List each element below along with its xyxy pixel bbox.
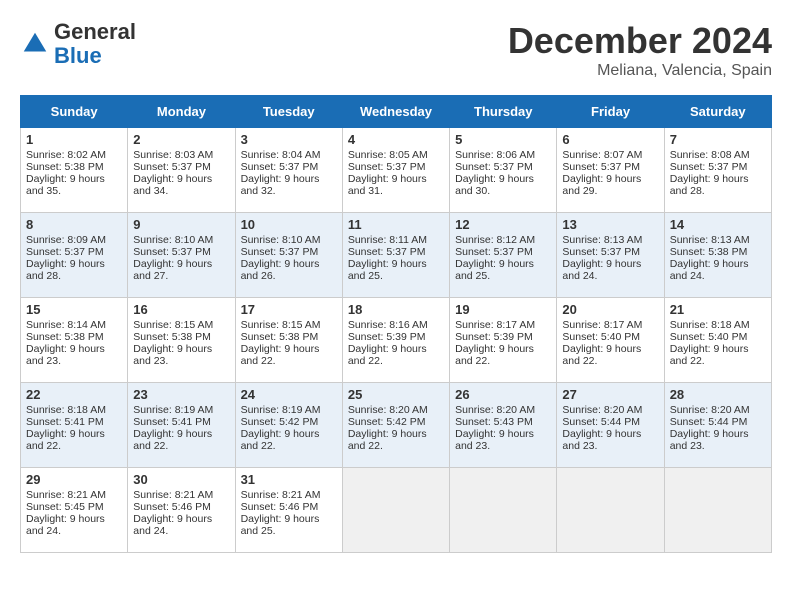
- calendar-day-7: 7Sunrise: 8:08 AMSunset: 5:37 PMDaylight…: [664, 128, 771, 213]
- calendar-day-6: 6Sunrise: 8:07 AMSunset: 5:37 PMDaylight…: [557, 128, 664, 213]
- calendar-day-18: 18Sunrise: 8:16 AMSunset: 5:39 PMDayligh…: [342, 298, 449, 383]
- day-number: 28: [670, 387, 766, 402]
- day-number: 5: [455, 132, 551, 147]
- day-number: 15: [26, 302, 122, 317]
- calendar-week-2: 8Sunrise: 8:09 AMSunset: 5:37 PMDaylight…: [21, 213, 772, 298]
- day-number: 8: [26, 217, 122, 232]
- day-number: 11: [348, 217, 444, 232]
- day-number: 16: [133, 302, 229, 317]
- calendar-day-23: 23Sunrise: 8:19 AMSunset: 5:41 PMDayligh…: [128, 383, 235, 468]
- logo: General Blue: [20, 20, 136, 68]
- day-number: 10: [241, 217, 337, 232]
- calendar-day-20: 20Sunrise: 8:17 AMSunset: 5:40 PMDayligh…: [557, 298, 664, 383]
- location: Meliana, Valencia, Spain: [508, 62, 772, 80]
- empty-cell: [557, 468, 664, 553]
- header-wednesday: Wednesday: [342, 96, 449, 128]
- calendar-day-22: 22Sunrise: 8:18 AMSunset: 5:41 PMDayligh…: [21, 383, 128, 468]
- calendar-day-5: 5Sunrise: 8:06 AMSunset: 5:37 PMDaylight…: [450, 128, 557, 213]
- weekday-header-row: Sunday Monday Tuesday Wednesday Thursday…: [21, 96, 772, 128]
- calendar-day-3: 3Sunrise: 8:04 AMSunset: 5:37 PMDaylight…: [235, 128, 342, 213]
- day-number: 26: [455, 387, 551, 402]
- calendar-day-4: 4Sunrise: 8:05 AMSunset: 5:37 PMDaylight…: [342, 128, 449, 213]
- month-title: December 2024: [508, 20, 772, 62]
- calendar-day-31: 31Sunrise: 8:21 AMSunset: 5:46 PMDayligh…: [235, 468, 342, 553]
- calendar-day-28: 28Sunrise: 8:20 AMSunset: 5:44 PMDayligh…: [664, 383, 771, 468]
- day-number: 2: [133, 132, 229, 147]
- day-number: 27: [562, 387, 658, 402]
- logo-line1: General: [54, 19, 136, 44]
- day-number: 3: [241, 132, 337, 147]
- calendar-day-9: 9Sunrise: 8:10 AMSunset: 5:37 PMDaylight…: [128, 213, 235, 298]
- day-number: 17: [241, 302, 337, 317]
- empty-cell: [664, 468, 771, 553]
- day-number: 23: [133, 387, 229, 402]
- calendar-day-29: 29Sunrise: 8:21 AMSunset: 5:45 PMDayligh…: [21, 468, 128, 553]
- calendar-day-17: 17Sunrise: 8:15 AMSunset: 5:38 PMDayligh…: [235, 298, 342, 383]
- day-number: 31: [241, 472, 337, 487]
- day-number: 21: [670, 302, 766, 317]
- logo-icon: [20, 29, 50, 59]
- day-number: 14: [670, 217, 766, 232]
- header-friday: Friday: [557, 96, 664, 128]
- calendar-day-2: 2Sunrise: 8:03 AMSunset: 5:37 PMDaylight…: [128, 128, 235, 213]
- calendar-week-5: 29Sunrise: 8:21 AMSunset: 5:45 PMDayligh…: [21, 468, 772, 553]
- calendar-table: Sunday Monday Tuesday Wednesday Thursday…: [20, 95, 772, 553]
- calendar-day-26: 26Sunrise: 8:20 AMSunset: 5:43 PMDayligh…: [450, 383, 557, 468]
- header-saturday: Saturday: [664, 96, 771, 128]
- day-number: 20: [562, 302, 658, 317]
- calendar-day-14: 14Sunrise: 8:13 AMSunset: 5:38 PMDayligh…: [664, 213, 771, 298]
- empty-cell: [342, 468, 449, 553]
- logo-text: General Blue: [54, 20, 136, 68]
- day-number: 1: [26, 132, 122, 147]
- day-number: 6: [562, 132, 658, 147]
- day-number: 29: [26, 472, 122, 487]
- calendar-day-24: 24Sunrise: 8:19 AMSunset: 5:42 PMDayligh…: [235, 383, 342, 468]
- calendar-day-27: 27Sunrise: 8:20 AMSunset: 5:44 PMDayligh…: [557, 383, 664, 468]
- day-number: 18: [348, 302, 444, 317]
- calendar-day-15: 15Sunrise: 8:14 AMSunset: 5:38 PMDayligh…: [21, 298, 128, 383]
- day-number: 13: [562, 217, 658, 232]
- header-monday: Monday: [128, 96, 235, 128]
- calendar-day-21: 21Sunrise: 8:18 AMSunset: 5:40 PMDayligh…: [664, 298, 771, 383]
- day-number: 25: [348, 387, 444, 402]
- calendar-week-4: 22Sunrise: 8:18 AMSunset: 5:41 PMDayligh…: [21, 383, 772, 468]
- day-number: 4: [348, 132, 444, 147]
- calendar-day-16: 16Sunrise: 8:15 AMSunset: 5:38 PMDayligh…: [128, 298, 235, 383]
- day-number: 30: [133, 472, 229, 487]
- day-number: 7: [670, 132, 766, 147]
- calendar-day-8: 8Sunrise: 8:09 AMSunset: 5:37 PMDaylight…: [21, 213, 128, 298]
- day-number: 19: [455, 302, 551, 317]
- day-number: 12: [455, 217, 551, 232]
- header-tuesday: Tuesday: [235, 96, 342, 128]
- day-number: 9: [133, 217, 229, 232]
- calendar-day-12: 12Sunrise: 8:12 AMSunset: 5:37 PMDayligh…: [450, 213, 557, 298]
- calendar-day-1: 1Sunrise: 8:02 AMSunset: 5:38 PMDaylight…: [21, 128, 128, 213]
- empty-cell: [450, 468, 557, 553]
- calendar-day-19: 19Sunrise: 8:17 AMSunset: 5:39 PMDayligh…: [450, 298, 557, 383]
- calendar-week-1: 1Sunrise: 8:02 AMSunset: 5:38 PMDaylight…: [21, 128, 772, 213]
- calendar-week-3: 15Sunrise: 8:14 AMSunset: 5:38 PMDayligh…: [21, 298, 772, 383]
- calendar-body: 1Sunrise: 8:02 AMSunset: 5:38 PMDaylight…: [21, 128, 772, 553]
- calendar-day-11: 11Sunrise: 8:11 AMSunset: 5:37 PMDayligh…: [342, 213, 449, 298]
- calendar-day-25: 25Sunrise: 8:20 AMSunset: 5:42 PMDayligh…: [342, 383, 449, 468]
- day-number: 22: [26, 387, 122, 402]
- calendar-day-30: 30Sunrise: 8:21 AMSunset: 5:46 PMDayligh…: [128, 468, 235, 553]
- header-thursday: Thursday: [450, 96, 557, 128]
- page-header: General Blue December 2024 Meliana, Vale…: [20, 20, 772, 80]
- header-sunday: Sunday: [21, 96, 128, 128]
- logo-line2: Blue: [54, 43, 102, 68]
- calendar-day-10: 10Sunrise: 8:10 AMSunset: 5:37 PMDayligh…: [235, 213, 342, 298]
- title-block: December 2024 Meliana, Valencia, Spain: [508, 20, 772, 80]
- calendar-day-13: 13Sunrise: 8:13 AMSunset: 5:37 PMDayligh…: [557, 213, 664, 298]
- day-number: 24: [241, 387, 337, 402]
